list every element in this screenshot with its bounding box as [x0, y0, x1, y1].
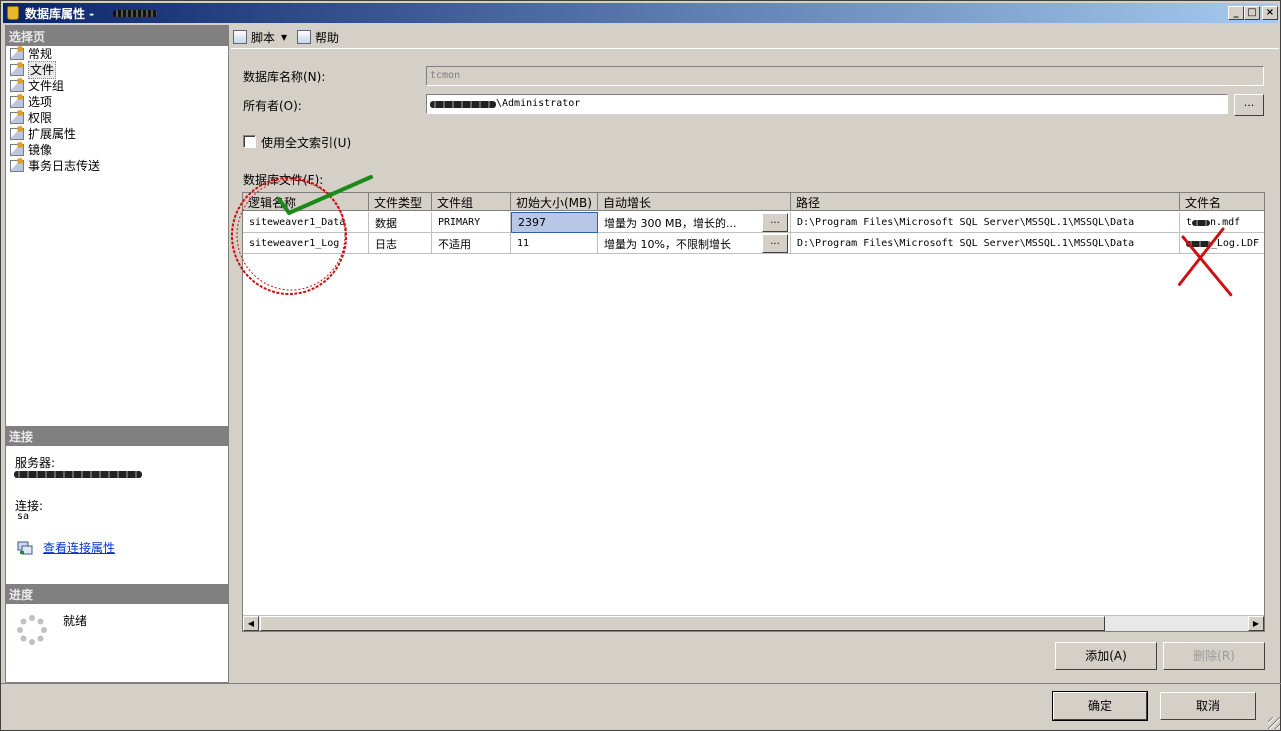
sidebar-page-item[interactable]: 权限	[10, 110, 100, 126]
progress-header: 进度	[6, 584, 228, 604]
scroll-right-icon[interactable]: ▶	[1248, 616, 1264, 631]
server-label: 服务器:	[15, 456, 56, 470]
sidebar-page-item[interactable]: 选项	[10, 94, 100, 110]
remove-button[interactable]: 删除(R)	[1163, 642, 1265, 670]
view-connection-properties-link[interactable]: 查看连接属性	[43, 539, 115, 556]
left-panel: 选择页 常规 文件 文件组 选项 权限 扩展属性 镜像 事务日志传送 连接 服务器: 连接: …	[5, 25, 229, 683]
script-label: 脚本	[251, 30, 276, 45]
owner-label: 所有者(O):	[243, 99, 302, 113]
sidebar-page-item[interactable]: 文件组	[10, 78, 100, 94]
sidebar-page-item[interactable]: 镜像	[10, 142, 100, 158]
sidebar-page-item[interactable]: 文件	[10, 61, 100, 79]
sidebar-page-item[interactable]: 事务日志传送	[10, 158, 100, 174]
redacted-owner-domain	[430, 101, 496, 108]
sidebar-page-item[interactable]: 扩展属性	[10, 126, 100, 142]
owner-field[interactable]: \Administrator	[426, 94, 1228, 114]
close-button[interactable]: ×	[1262, 6, 1278, 20]
sidebar-page-label: 常规	[28, 47, 53, 61]
property-page-icon	[10, 46, 24, 60]
property-page-icon	[10, 158, 24, 172]
owner-value: \Administrator	[496, 98, 581, 109]
window-title: 数据库属性 -	[25, 7, 95, 21]
redacted-server-name	[14, 471, 142, 478]
property-page-icon	[10, 126, 24, 140]
sidebar-page-label: 文件组	[28, 79, 65, 93]
database-icon	[7, 6, 19, 20]
script-button[interactable]: 脚本 ▼	[233, 28, 287, 46]
chevron-down-icon: ▼	[281, 32, 288, 42]
sidebar-page-label: 文件	[28, 61, 57, 79]
fulltext-checkbox[interactable]	[243, 135, 256, 148]
db-name-field: tcmon	[426, 66, 1264, 86]
toolbar: 脚本 ▼ 帮助	[231, 25, 1279, 49]
sidebar-page-item[interactable]: 常规	[10, 46, 100, 62]
minimize-button[interactable]: _	[1228, 6, 1244, 20]
redacted-db-name	[113, 10, 157, 17]
database-properties-window: 数据库属性 - _ □ × 选择页 常规 文件 文件组选项权限扩展属性镜像事务日志传…	[0, 0, 1281, 731]
main-content: 数据库名称(N): tcmon 所有者(O): \Administrator .…	[231, 48, 1279, 683]
property-page-icon	[10, 62, 24, 76]
sidebar-page-label: 扩展属性	[28, 127, 77, 141]
cancel-button[interactable]: 取消	[1160, 692, 1256, 720]
db-name-label: 数据库名称(N):	[243, 70, 326, 84]
sidebar-page-label: 权限	[28, 111, 53, 125]
sidebar-page-label: 事务日志传送	[28, 159, 101, 173]
property-page-icon	[10, 94, 24, 108]
select-page-header: 选择页	[6, 26, 228, 46]
hand-drawn-annotations	[231, 175, 1233, 297]
property-page-icon	[10, 110, 24, 124]
connection-properties-icon	[17, 541, 33, 555]
maximize-button[interactable]: □	[1244, 6, 1260, 20]
add-button[interactable]: 添加(A)	[1055, 642, 1157, 670]
help-label: 帮助	[315, 30, 340, 45]
progress-spinner-icon	[16, 614, 48, 646]
connection-header: 连接	[6, 426, 228, 446]
script-icon	[233, 30, 247, 44]
sidebar-page-label: 选项	[28, 95, 53, 109]
horizontal-scrollbar[interactable]: ◀ ▶	[243, 615, 1264, 631]
property-page-icon	[10, 142, 24, 156]
red-cross-stroke-1	[1181, 235, 1233, 297]
red-circle-annotation	[231, 177, 348, 295]
scroll-thumb[interactable]	[260, 616, 1105, 631]
title-bar: 数据库属性 - _ □ ×	[3, 3, 1278, 23]
property-page-icon	[10, 78, 24, 92]
page-list: 常规 文件 文件组选项权限扩展属性镜像事务日志传送	[10, 46, 100, 174]
green-checkmark-annotation	[277, 175, 373, 215]
fulltext-label: 使用全文索引(U)	[261, 136, 352, 150]
help-button[interactable]: 帮助	[297, 28, 339, 46]
ok-button[interactable]: 确定	[1052, 691, 1148, 721]
dialog-footer: 确定 取消	[1, 683, 1281, 731]
owner-browse-button[interactable]: ...	[1234, 94, 1264, 116]
sidebar-page-label: 镜像	[28, 143, 53, 157]
connection-user: sa	[17, 511, 30, 522]
progress-status: 就绪	[63, 614, 88, 628]
help-icon	[297, 30, 311, 44]
resize-grip-icon[interactable]	[1268, 717, 1280, 729]
scroll-left-icon[interactable]: ◀	[243, 616, 259, 631]
